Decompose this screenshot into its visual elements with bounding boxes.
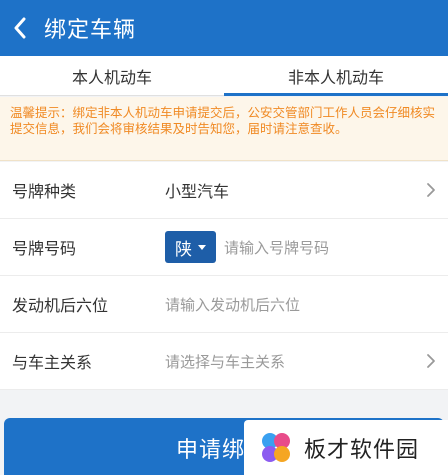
plate-number-label: 号牌号码	[12, 239, 77, 258]
warm-tip-notice: 温馨提示：绑定非本人机动车申请提交后，公安交管部门工作人员会仔细核实提交信息，我…	[0, 97, 448, 161]
caret-down-icon	[198, 244, 206, 250]
tab-other-vehicle[interactable]: 非本人机动车	[224, 56, 448, 96]
engine-row: 发动机后六位 请输入发动机后六位	[0, 276, 448, 333]
relation-label: 与车主关系	[12, 353, 93, 372]
nav-bar: 绑定车辆	[0, 0, 448, 56]
tab-bar: 本人机动车 非本人机动车	[0, 56, 448, 96]
relation-row[interactable]: 与车主关系 请选择与车主关系	[0, 333, 448, 390]
chevron-right-icon	[427, 354, 435, 368]
province-value: 陕	[175, 239, 192, 260]
province-select[interactable]: 陕	[165, 231, 216, 263]
watermark-text: 板才软件园	[304, 437, 420, 463]
chevron-right-icon	[427, 183, 435, 197]
engine-label: 发动机后六位	[12, 296, 109, 315]
bind-form: 号牌种类 小型汽车 号牌号码 陕 请输入号牌号码 发动机后六位 请输入发动机后六…	[0, 162, 448, 390]
tab-own-vehicle[interactable]: 本人机动车	[0, 56, 224, 95]
back-button[interactable]	[0, 0, 40, 56]
relation-select[interactable]: 请选择与车主关系	[165, 351, 285, 372]
plate-type-label: 号牌种类	[12, 182, 77, 201]
plate-type-value: 小型汽车	[165, 182, 230, 201]
back-arrow-icon	[14, 17, 26, 39]
plate-type-row[interactable]: 号牌种类 小型汽车	[0, 162, 448, 219]
plate-number-input[interactable]: 请输入号牌号码	[224, 237, 329, 258]
plate-number-row: 号牌号码 陕 请输入号牌号码	[0, 219, 448, 276]
page-title: 绑定车辆	[44, 18, 137, 43]
watermark-logo-icon	[262, 432, 290, 462]
engine-input[interactable]: 请输入发动机后六位	[165, 294, 300, 315]
watermark: 板才软件园	[244, 420, 448, 475]
